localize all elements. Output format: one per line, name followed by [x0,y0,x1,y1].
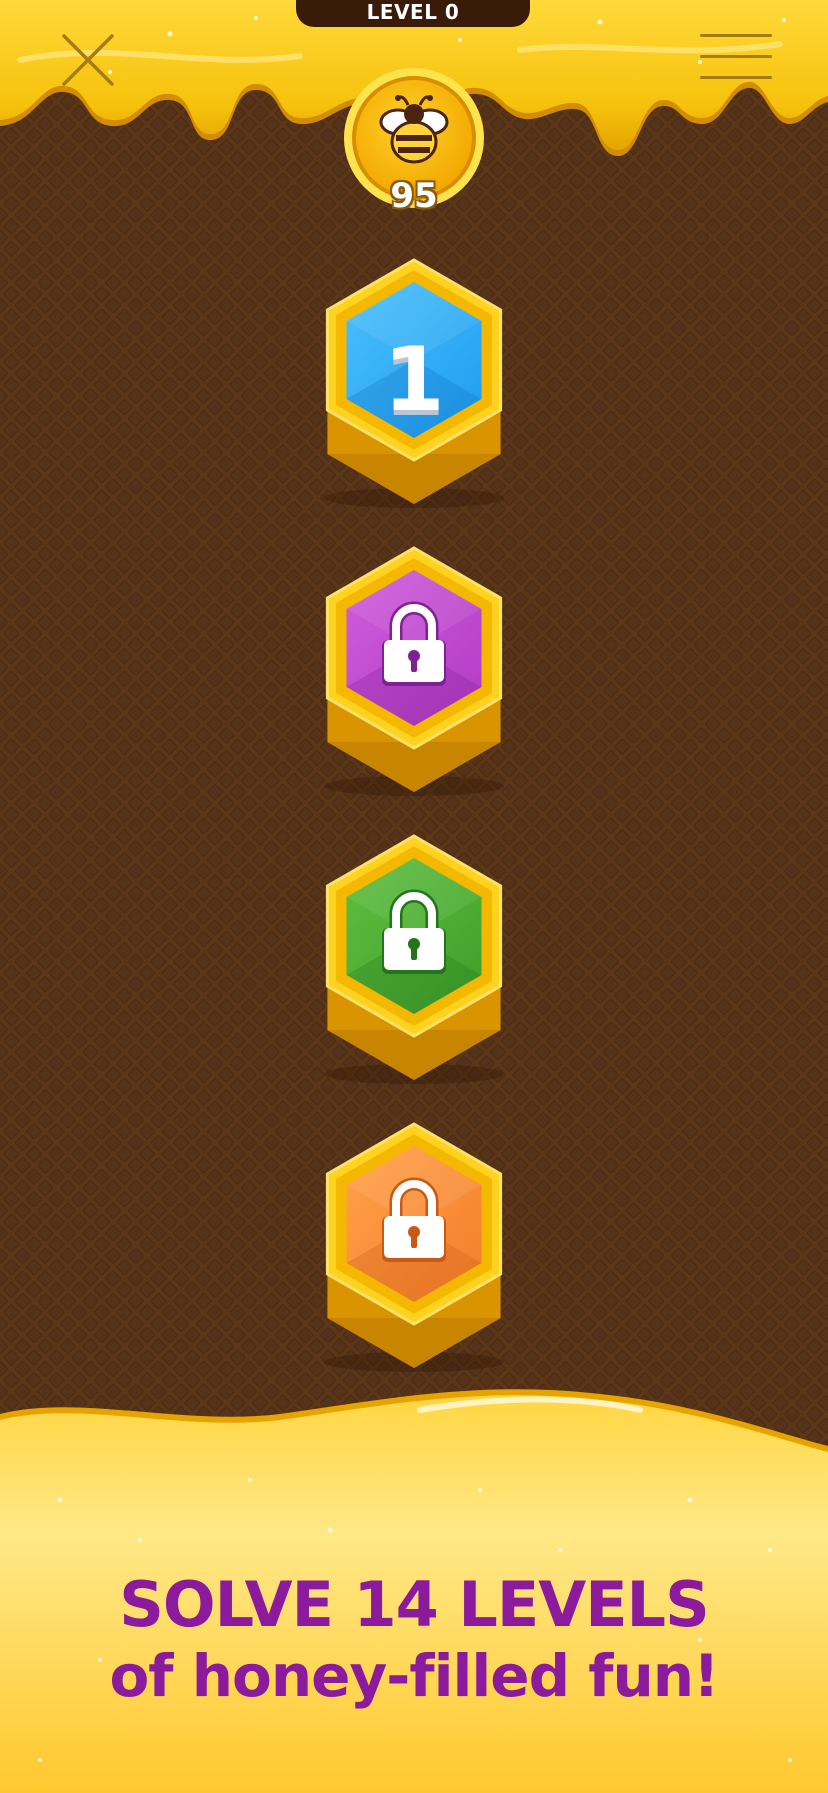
level-number: 1 [383,328,445,431]
current-level-label: LEVEL 0 [296,0,530,27]
level-2-locked-button[interactable] [312,546,516,806]
close-button[interactable] [58,30,118,90]
level-3-locked-button[interactable] [312,834,516,1094]
bee-count: 95 [390,176,438,216]
level-1-button[interactable]: 1 [312,258,516,518]
menu-button[interactable] [700,34,772,84]
level-4-locked-button[interactable] [312,1122,516,1382]
promo-headline: SOLVE 14 LEVELS [119,1568,709,1641]
promo-subline: of honey-filled fun! [109,1642,719,1710]
close-icon [62,34,114,86]
hamburger-menu-icon [700,34,772,79]
